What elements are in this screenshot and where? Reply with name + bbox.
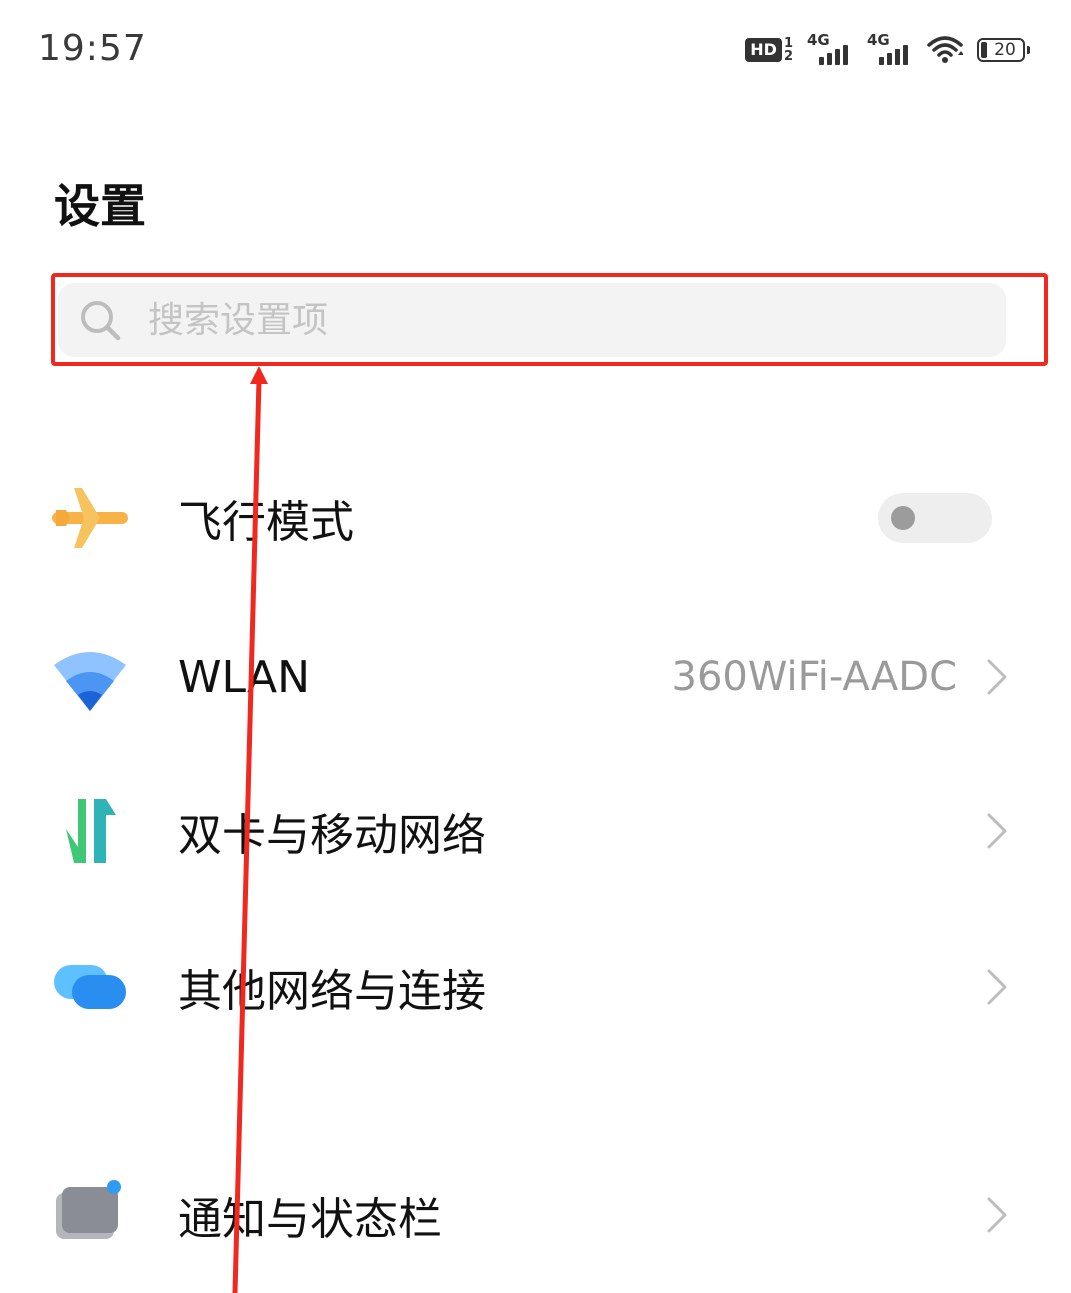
- search-input[interactable]: [148, 299, 908, 341]
- battery-level: 20: [994, 39, 1016, 60]
- signal-bars: [819, 45, 848, 65]
- settings-item-airplane-mode[interactable]: 飞行模式: [0, 458, 1071, 578]
- hd-voice-icon: HD 1 2: [745, 37, 793, 63]
- hd-sub-bottom: 2: [783, 49, 793, 64]
- setting-label: 其他网络与连接: [178, 966, 486, 1017]
- status-bar: 19:57 HD 1 2 4G 4G 20: [0, 0, 1071, 100]
- settings-item-dual-sim[interactable]: 双卡与移动网络: [0, 771, 1071, 891]
- wifi-icon: [54, 652, 126, 711]
- toggle-knob: [891, 506, 915, 530]
- settings-item-notifications[interactable]: 通知与状态栏: [0, 1155, 1071, 1275]
- settings-screen: 19:57 HD 1 2 4G 4G 20 设置 搜索设置项 飞行模式 WLAN…: [0, 0, 1071, 1293]
- signal-bars: [879, 45, 908, 65]
- chevron-right-icon: [987, 1197, 1007, 1233]
- settings-item-other-connections[interactable]: 其他网络与连接: [0, 927, 1071, 1047]
- battery-icon: 20: [977, 38, 1030, 62]
- chevron-right-icon: [987, 813, 1007, 849]
- airplane-icon: [52, 488, 128, 548]
- wifi-icon: [927, 36, 963, 63]
- status-icons: HD 1 2 4G 4G 20: [745, 30, 1030, 70]
- chevron-right-icon: [987, 969, 1007, 1005]
- airplane-mode-toggle[interactable]: [878, 493, 992, 543]
- signal-4g-icon: 4G: [867, 31, 913, 67]
- status-time: 19:57: [38, 28, 147, 69]
- search-icon: [81, 301, 121, 341]
- connections-icon: [54, 965, 126, 1009]
- search-box[interactable]: [58, 283, 1006, 357]
- setting-label: WLAN: [178, 651, 311, 703]
- battery-fill: [981, 42, 987, 58]
- page-title: 设置: [54, 179, 146, 233]
- hd-sub: 1 2: [784, 37, 793, 63]
- wlan-network-name: 360WiFi-AADC: [671, 654, 957, 700]
- mobile-data-icon: [66, 799, 116, 863]
- settings-item-wlan[interactable]: WLAN 360WiFi-AADC: [0, 617, 1071, 737]
- notification-icon: [56, 1180, 121, 1239]
- setting-label: 通知与状态栏: [178, 1194, 442, 1245]
- signal-4g-icon: 4G: [807, 31, 853, 67]
- setting-label: 双卡与移动网络: [178, 810, 486, 861]
- hd-label: HD: [745, 38, 782, 62]
- setting-label: 飞行模式: [178, 497, 354, 548]
- chevron-right-icon: [987, 659, 1007, 695]
